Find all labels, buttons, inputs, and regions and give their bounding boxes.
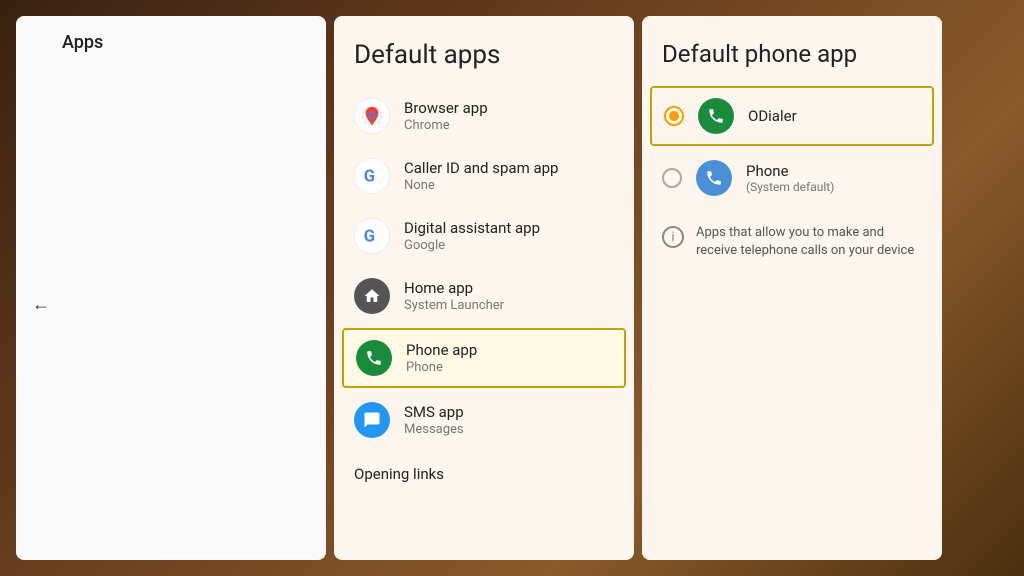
browser-app-item[interactable]: G Browser app Chrome — [334, 86, 634, 146]
digital-assistant-icon: G — [354, 218, 390, 254]
digital-assistant-value: Google — [404, 238, 540, 253]
opening-links-label: Opening links — [354, 465, 444, 483]
right-panel-header: Default phone app — [642, 16, 942, 84]
sms-app-value: Messages — [404, 422, 464, 437]
browser-app-name: Browser app — [404, 99, 488, 117]
caller-id-app-item[interactable]: G Caller ID and spam app None — [334, 146, 634, 206]
browser-app-icon: G — [354, 98, 390, 134]
middle-panel: Default apps G Browser app Chrome G Call… — [334, 16, 634, 560]
phone-app-value: Phone — [406, 360, 477, 375]
caller-id-app-icon: G — [354, 158, 390, 194]
opening-links-item[interactable]: Opening links — [334, 450, 634, 497]
svg-text:G: G — [368, 110, 376, 123]
phone-option-subtitle: (System default) — [746, 180, 834, 194]
back-arrow-icon[interactable]: ← — [32, 294, 50, 315]
home-app-name: Home app — [404, 279, 504, 297]
home-app-item[interactable]: Home app System Launcher — [334, 266, 634, 326]
phone-app-item[interactable]: Phone app Phone — [342, 328, 626, 388]
phone-app-icon — [356, 340, 392, 376]
digital-assistant-app-item[interactable]: G Digital assistant app Google — [334, 206, 634, 266]
middle-panel-title: Default apps — [354, 40, 500, 70]
caller-id-app-name: Caller ID and spam app — [404, 159, 558, 177]
odialer-option[interactable]: ODialer — [650, 86, 934, 146]
info-text: Apps that allow you to make and receive … — [696, 224, 922, 260]
phone-app-name: Phone app — [406, 341, 477, 359]
digital-assistant-name: Digital assistant app — [404, 219, 540, 237]
svg-text:G: G — [364, 228, 375, 247]
caller-id-app-value: None — [404, 178, 558, 193]
sms-app-icon — [354, 402, 390, 438]
sms-app-item[interactable]: SMS app Messages — [334, 390, 634, 450]
phone-radio[interactable] — [662, 168, 682, 188]
browser-app-value: Chrome — [404, 118, 488, 133]
left-panel-title: Apps — [62, 32, 310, 560]
odialer-name: ODialer — [748, 107, 797, 125]
middle-panel-header: Default apps — [334, 16, 634, 86]
phone-option-name: Phone — [746, 162, 834, 180]
info-icon: i — [662, 226, 684, 248]
odialer-icon — [698, 98, 734, 134]
left-panel: ← Apps App management › App Cloner Creat… — [16, 16, 326, 560]
sms-app-name: SMS app — [404, 403, 464, 421]
home-app-icon — [354, 278, 390, 314]
home-app-value: System Launcher — [404, 298, 504, 313]
phone-option[interactable]: Phone (System default) — [642, 148, 942, 208]
right-panel: Default phone app ODialer Phone (System … — [642, 16, 942, 560]
odialer-radio[interactable] — [664, 106, 684, 126]
phone-icon — [696, 160, 732, 196]
svg-text:G: G — [364, 168, 375, 187]
right-panel-title: Default phone app — [662, 40, 857, 68]
panels-container: ← Apps App management › App Cloner Creat… — [0, 0, 1024, 576]
info-section: i Apps that allow you to make and receiv… — [642, 208, 942, 276]
left-panel-header: ← Apps — [16, 16, 326, 560]
